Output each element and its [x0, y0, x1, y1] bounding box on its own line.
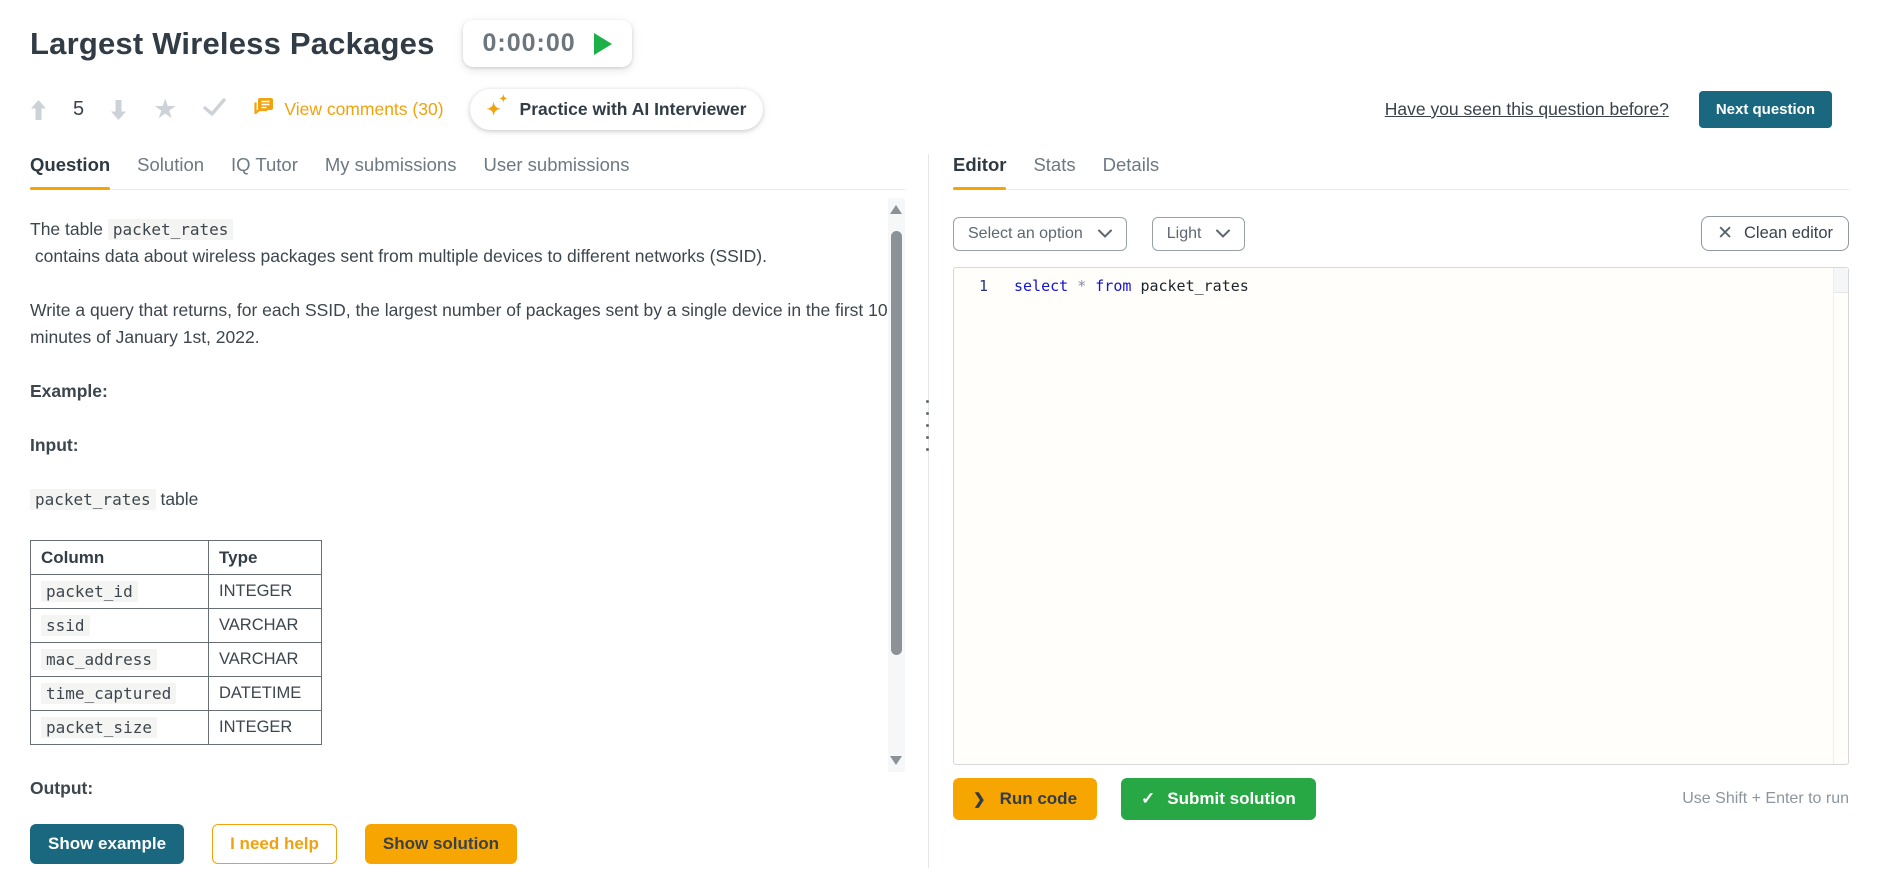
- editor-tabbar: Editor Stats Details: [953, 154, 1849, 190]
- view-comments-link[interactable]: View comments (30): [252, 97, 443, 122]
- schema-header-type: Type: [209, 541, 322, 575]
- column-type: INTEGER: [209, 711, 322, 745]
- tab-question[interactable]: Question: [30, 154, 110, 176]
- code-editor: 1 select * from packet_rates: [953, 267, 1849, 765]
- schema-header-row: Column Type: [31, 541, 322, 575]
- column-name: time_captured: [41, 683, 176, 704]
- tab-editor[interactable]: Editor: [953, 154, 1006, 176]
- need-help-button[interactable]: I need help: [212, 824, 337, 864]
- column-type: VARCHAR: [209, 643, 322, 677]
- table-row: ssid VARCHAR: [31, 609, 322, 643]
- tab-iq-tutor[interactable]: IQ Tutor: [231, 154, 298, 176]
- page-header: Largest Wireless Packages 0:00:00 5 ★: [0, 0, 1879, 130]
- theme-select-value: Light: [1167, 225, 1202, 243]
- view-comments-label: View comments (30): [284, 99, 443, 120]
- ai-interviewer-label: Practice with AI Interviewer: [520, 99, 747, 120]
- column-type: DATETIME: [209, 677, 322, 711]
- clean-editor-label: Clean editor: [1744, 224, 1833, 243]
- engine-select-value: Select an option: [968, 225, 1083, 243]
- scroll-down-icon[interactable]: [890, 756, 902, 765]
- shortcut-hint: Use Shift + Enter to run: [1682, 790, 1849, 808]
- downvote-icon[interactable]: [110, 99, 127, 121]
- table-row: mac_address VARCHAR: [31, 643, 322, 677]
- column-name: ssid: [41, 615, 90, 636]
- ai-interviewer-button[interactable]: ✦ ✦ Practice with AI Interviewer: [470, 89, 764, 130]
- input-label: Input:: [30, 432, 888, 459]
- clean-editor-button[interactable]: ✕ Clean editor: [1701, 216, 1849, 251]
- tab-user-submissions[interactable]: User submissions: [483, 154, 629, 176]
- column-name: packet_id: [41, 581, 138, 602]
- timer-card: 0:00:00: [463, 20, 632, 67]
- input-table-caption: packet_rates table: [30, 486, 888, 513]
- sparkles-icon: ✦ ✦: [487, 101, 509, 118]
- table-row: packet_id INTEGER: [31, 575, 322, 609]
- upvote-icon[interactable]: [30, 99, 47, 121]
- editor-gutter: 1: [954, 268, 1000, 764]
- tab-stats[interactable]: Stats: [1033, 154, 1075, 176]
- pane-divider: [928, 154, 929, 868]
- schema-table: Column Type packet_id INTEGER ssid VARCH…: [30, 540, 322, 745]
- column-name: mac_address: [41, 649, 157, 670]
- next-question-button[interactable]: Next question: [1699, 91, 1832, 128]
- inline-code-table-name: packet_rates: [108, 219, 234, 240]
- vote-count: 5: [73, 98, 84, 121]
- timer-value: 0:00:00: [483, 29, 576, 58]
- question-body: The table packet_rates contains data abo…: [30, 190, 888, 802]
- mark-solved-check-icon[interactable]: [203, 98, 226, 121]
- question-scrollbar[interactable]: [888, 198, 905, 772]
- close-icon: ✕: [1717, 224, 1733, 243]
- code-input-area[interactable]: select * from packet_rates: [1000, 268, 1848, 764]
- show-solution-button[interactable]: Show solution: [365, 824, 517, 864]
- example-label: Example:: [30, 378, 888, 405]
- line-number: 1: [979, 277, 988, 295]
- comments-icon: [252, 97, 274, 122]
- table-row: time_captured DATETIME: [31, 677, 322, 711]
- tab-my-submissions[interactable]: My submissions: [325, 154, 457, 176]
- question-paragraph-1: The table packet_rates contains data abo…: [30, 216, 888, 270]
- submit-solution-button[interactable]: ✓ Submit solution: [1121, 778, 1316, 820]
- tab-solution[interactable]: Solution: [137, 154, 204, 176]
- submit-solution-label: Submit solution: [1167, 789, 1295, 809]
- show-example-button[interactable]: Show example: [30, 824, 184, 864]
- question-paragraph-2: Write a query that returns, for each SSI…: [30, 297, 888, 351]
- favorite-star-icon[interactable]: ★: [153, 96, 177, 123]
- scrollbar-thumb[interactable]: [891, 231, 902, 655]
- column-type: INTEGER: [209, 575, 322, 609]
- editor-scrollbar[interactable]: [1833, 268, 1848, 764]
- schema-table-body: packet_id INTEGER ssid VARCHAR mac_addre…: [31, 575, 322, 745]
- page-title: Largest Wireless Packages: [30, 26, 435, 62]
- column-type: VARCHAR: [209, 609, 322, 643]
- question-pane: Question Solution IQ Tutor My submission…: [0, 154, 928, 868]
- question-tabbar: Question Solution IQ Tutor My submission…: [30, 154, 905, 190]
- column-name: packet_size: [41, 717, 157, 738]
- run-chevron-icon: ❯: [973, 790, 986, 808]
- theme-select-dropdown[interactable]: Light: [1152, 217, 1246, 251]
- chevron-down-icon: [1098, 229, 1112, 238]
- run-code-button[interactable]: ❯ Run code: [953, 778, 1097, 820]
- play-icon[interactable]: [594, 33, 612, 55]
- table-row: packet_size INTEGER: [31, 711, 322, 745]
- chevron-down-icon: [1216, 229, 1230, 238]
- engine-select-dropdown[interactable]: Select an option: [953, 217, 1127, 251]
- scroll-up-icon[interactable]: [890, 205, 902, 214]
- output-label: Output:: [30, 775, 888, 802]
- run-code-label: Run code: [1000, 789, 1077, 809]
- tab-details[interactable]: Details: [1103, 154, 1160, 176]
- submit-check-icon: ✓: [1141, 789, 1155, 809]
- inline-code-table-name: packet_rates: [30, 489, 156, 510]
- schema-header-column: Column: [31, 541, 209, 575]
- pane-resize-handle[interactable]: [926, 400, 929, 451]
- seen-question-link[interactable]: Have you seen this question before?: [1385, 99, 1669, 120]
- editor-pane: Editor Stats Details Select an option Li…: [929, 154, 1879, 868]
